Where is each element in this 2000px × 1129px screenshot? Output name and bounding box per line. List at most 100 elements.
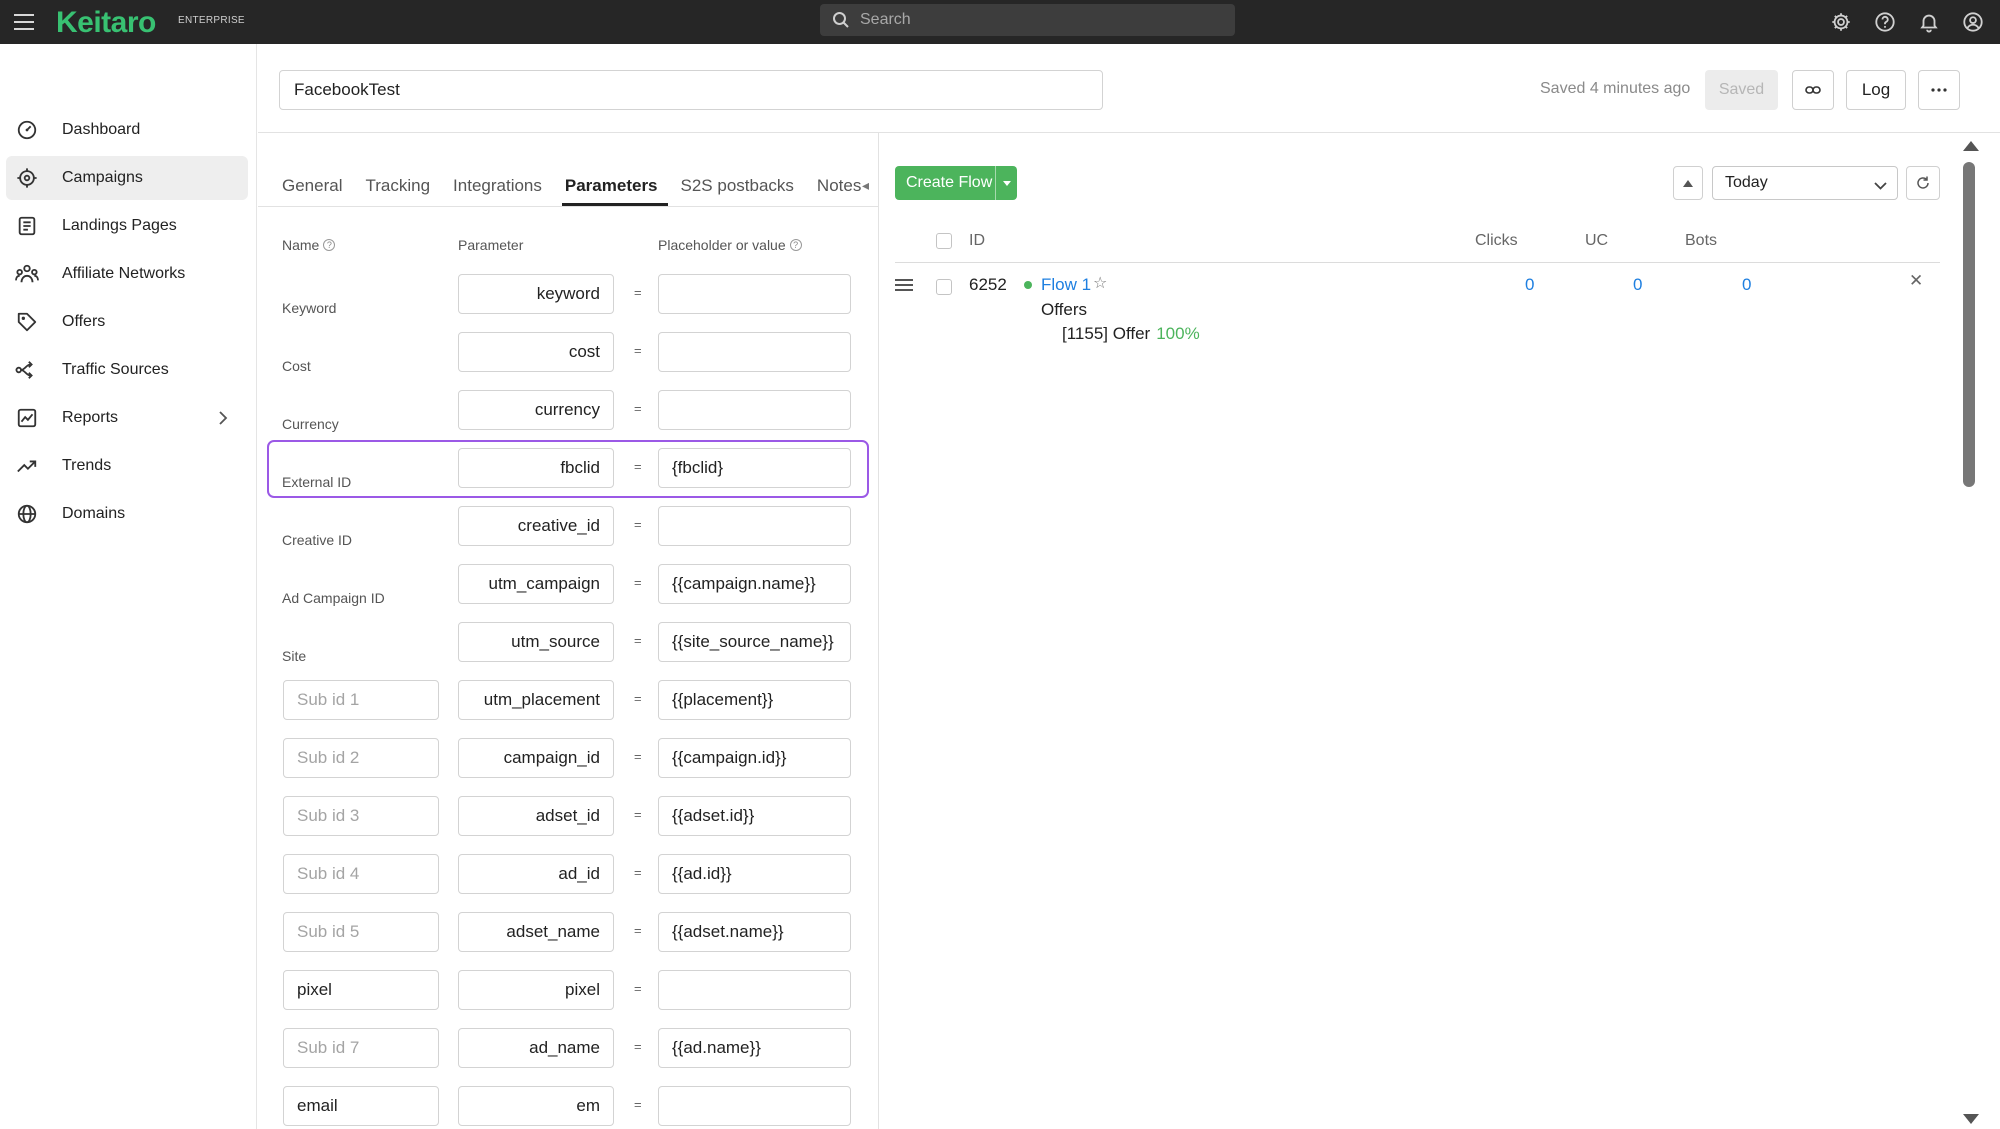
value-input[interactable] (658, 390, 851, 430)
value-input[interactable] (658, 274, 851, 314)
parameter-input[interactable] (458, 332, 614, 372)
value-input[interactable] (658, 506, 851, 546)
offer-name: [1155] Offer (1062, 324, 1151, 343)
value-input[interactable] (658, 738, 851, 778)
select-all-checkbox[interactable] (936, 233, 952, 249)
tab-tracking[interactable]: Tracking (362, 166, 440, 206)
tab-scroll-left-icon[interactable]: ◂ (862, 177, 869, 194)
param-row-site: Site = (258, 622, 878, 664)
user-icon[interactable] (1958, 8, 1988, 36)
clicks-value[interactable]: 0 (1525, 275, 1534, 295)
parameter-input[interactable] (458, 970, 614, 1010)
value-input[interactable] (658, 680, 851, 720)
close-icon[interactable]: ✕ (1909, 271, 1923, 291)
help-icon[interactable] (1870, 8, 1900, 36)
log-button[interactable]: Log (1846, 70, 1906, 110)
id-column-header[interactable]: ID (969, 232, 985, 250)
parameter-input[interactable] (458, 738, 614, 778)
star-icon[interactable]: ☆ (1093, 273, 1107, 293)
name-input[interactable] (283, 912, 439, 952)
parameter-input[interactable] (458, 1086, 614, 1126)
sidebar-item-campaigns[interactable]: Campaigns (6, 156, 248, 200)
parameter-input[interactable] (458, 854, 614, 894)
parameter-input[interactable] (458, 622, 614, 662)
name-input[interactable] (283, 738, 439, 778)
tab-general[interactable]: General (279, 166, 352, 206)
value-input[interactable] (658, 564, 851, 604)
uc-column-header[interactable]: UC (1585, 232, 1608, 250)
create-flow-button[interactable]: Create Flow (895, 166, 1017, 200)
bots-column-header[interactable]: Bots (1685, 232, 1717, 250)
value-input[interactable] (658, 332, 851, 372)
param-row-email: = (258, 1086, 878, 1128)
uc-value[interactable]: 0 (1633, 275, 1642, 295)
chevron-down-icon (1874, 177, 1887, 195)
saved-button[interactable]: Saved (1705, 70, 1778, 110)
scroll-down-arrow[interactable] (1963, 1114, 1979, 1124)
parameter-input[interactable] (458, 390, 614, 430)
value-input[interactable] (658, 448, 851, 488)
sidebar-item-landing-pages[interactable]: Landings Pages (6, 204, 248, 248)
param-row-cost: Cost = (258, 332, 878, 374)
parameter-input[interactable] (458, 1028, 614, 1068)
scroll-up-arrow[interactable] (1963, 141, 1979, 151)
date-range-select[interactable]: Today (1712, 166, 1898, 200)
bots-value[interactable]: 0 (1742, 275, 1751, 295)
app-logo[interactable]: Keitaro (56, 6, 156, 40)
tab-s2s-postbacks[interactable]: S2S postbacks (678, 166, 804, 206)
sidebar-item-dashboard[interactable]: Dashboard (6, 108, 248, 152)
value-input[interactable] (658, 970, 851, 1010)
value-input[interactable] (658, 1028, 851, 1068)
param-row-ad-campaign-id: Ad Campaign ID = (258, 564, 878, 606)
drag-handle-icon[interactable] (895, 279, 913, 291)
name-input[interactable] (283, 1028, 439, 1068)
parameter-input[interactable] (458, 564, 614, 604)
clicks-column-header[interactable]: Clicks (1475, 232, 1518, 250)
name-input[interactable] (283, 680, 439, 720)
tab-integrations[interactable]: Integrations (450, 166, 552, 206)
flows-table-header: ID Clicks UC Bots (895, 221, 1940, 263)
name-input[interactable] (283, 796, 439, 836)
sidebar-item-affiliate-networks[interactable]: Affiliate Networks (6, 252, 248, 296)
name-input[interactable] (283, 854, 439, 894)
info-icon[interactable]: ? (789, 239, 802, 251)
tag-icon (14, 309, 40, 335)
value-input[interactable] (658, 912, 851, 952)
value-input[interactable] (658, 854, 851, 894)
gear-icon[interactable] (1826, 8, 1856, 36)
name-header-label: Name (282, 237, 320, 253)
parameter-input[interactable] (458, 680, 614, 720)
search-input[interactable] (860, 11, 1200, 29)
search-bar[interactable] (820, 4, 1235, 36)
parameter-input[interactable] (458, 912, 614, 952)
sidebar-item-label: Landings Pages (62, 217, 177, 234)
value-input[interactable] (658, 622, 851, 662)
row-checkbox[interactable] (936, 279, 952, 295)
name-input[interactable] (283, 1086, 439, 1126)
campaign-name-input[interactable] (279, 70, 1103, 110)
name-input[interactable] (283, 970, 439, 1010)
more-options-button[interactable] (1918, 70, 1960, 110)
parameter-input[interactable] (458, 506, 614, 546)
tab-parameters[interactable]: Parameters (561, 166, 668, 206)
value-input[interactable] (658, 1086, 851, 1126)
collapse-button[interactable] (1673, 166, 1703, 200)
caret-down-icon[interactable] (995, 166, 1017, 200)
top-icons (1826, 8, 1988, 36)
flow-name-link[interactable]: Flow 1 (1041, 275, 1091, 295)
sidebar-item-offers[interactable]: Offers (6, 300, 248, 344)
parameter-input[interactable] (458, 274, 614, 314)
info-icon[interactable]: ? (323, 239, 336, 251)
link-button[interactable] (1792, 70, 1834, 110)
sidebar-item-domains[interactable]: Domains (6, 492, 248, 536)
scrollbar-thumb[interactable] (1963, 162, 1975, 487)
parameter-input[interactable] (458, 448, 614, 488)
sidebar-item-traffic-sources[interactable]: Traffic Sources (6, 348, 248, 392)
bell-icon[interactable] (1914, 8, 1944, 36)
menu-icon[interactable] (14, 9, 40, 35)
refresh-button[interactable] (1906, 166, 1940, 200)
sidebar-item-trends[interactable]: Trends (6, 444, 248, 488)
parameter-input[interactable] (458, 796, 614, 836)
sidebar-item-reports[interactable]: Reports (6, 396, 248, 440)
value-input[interactable] (658, 796, 851, 836)
